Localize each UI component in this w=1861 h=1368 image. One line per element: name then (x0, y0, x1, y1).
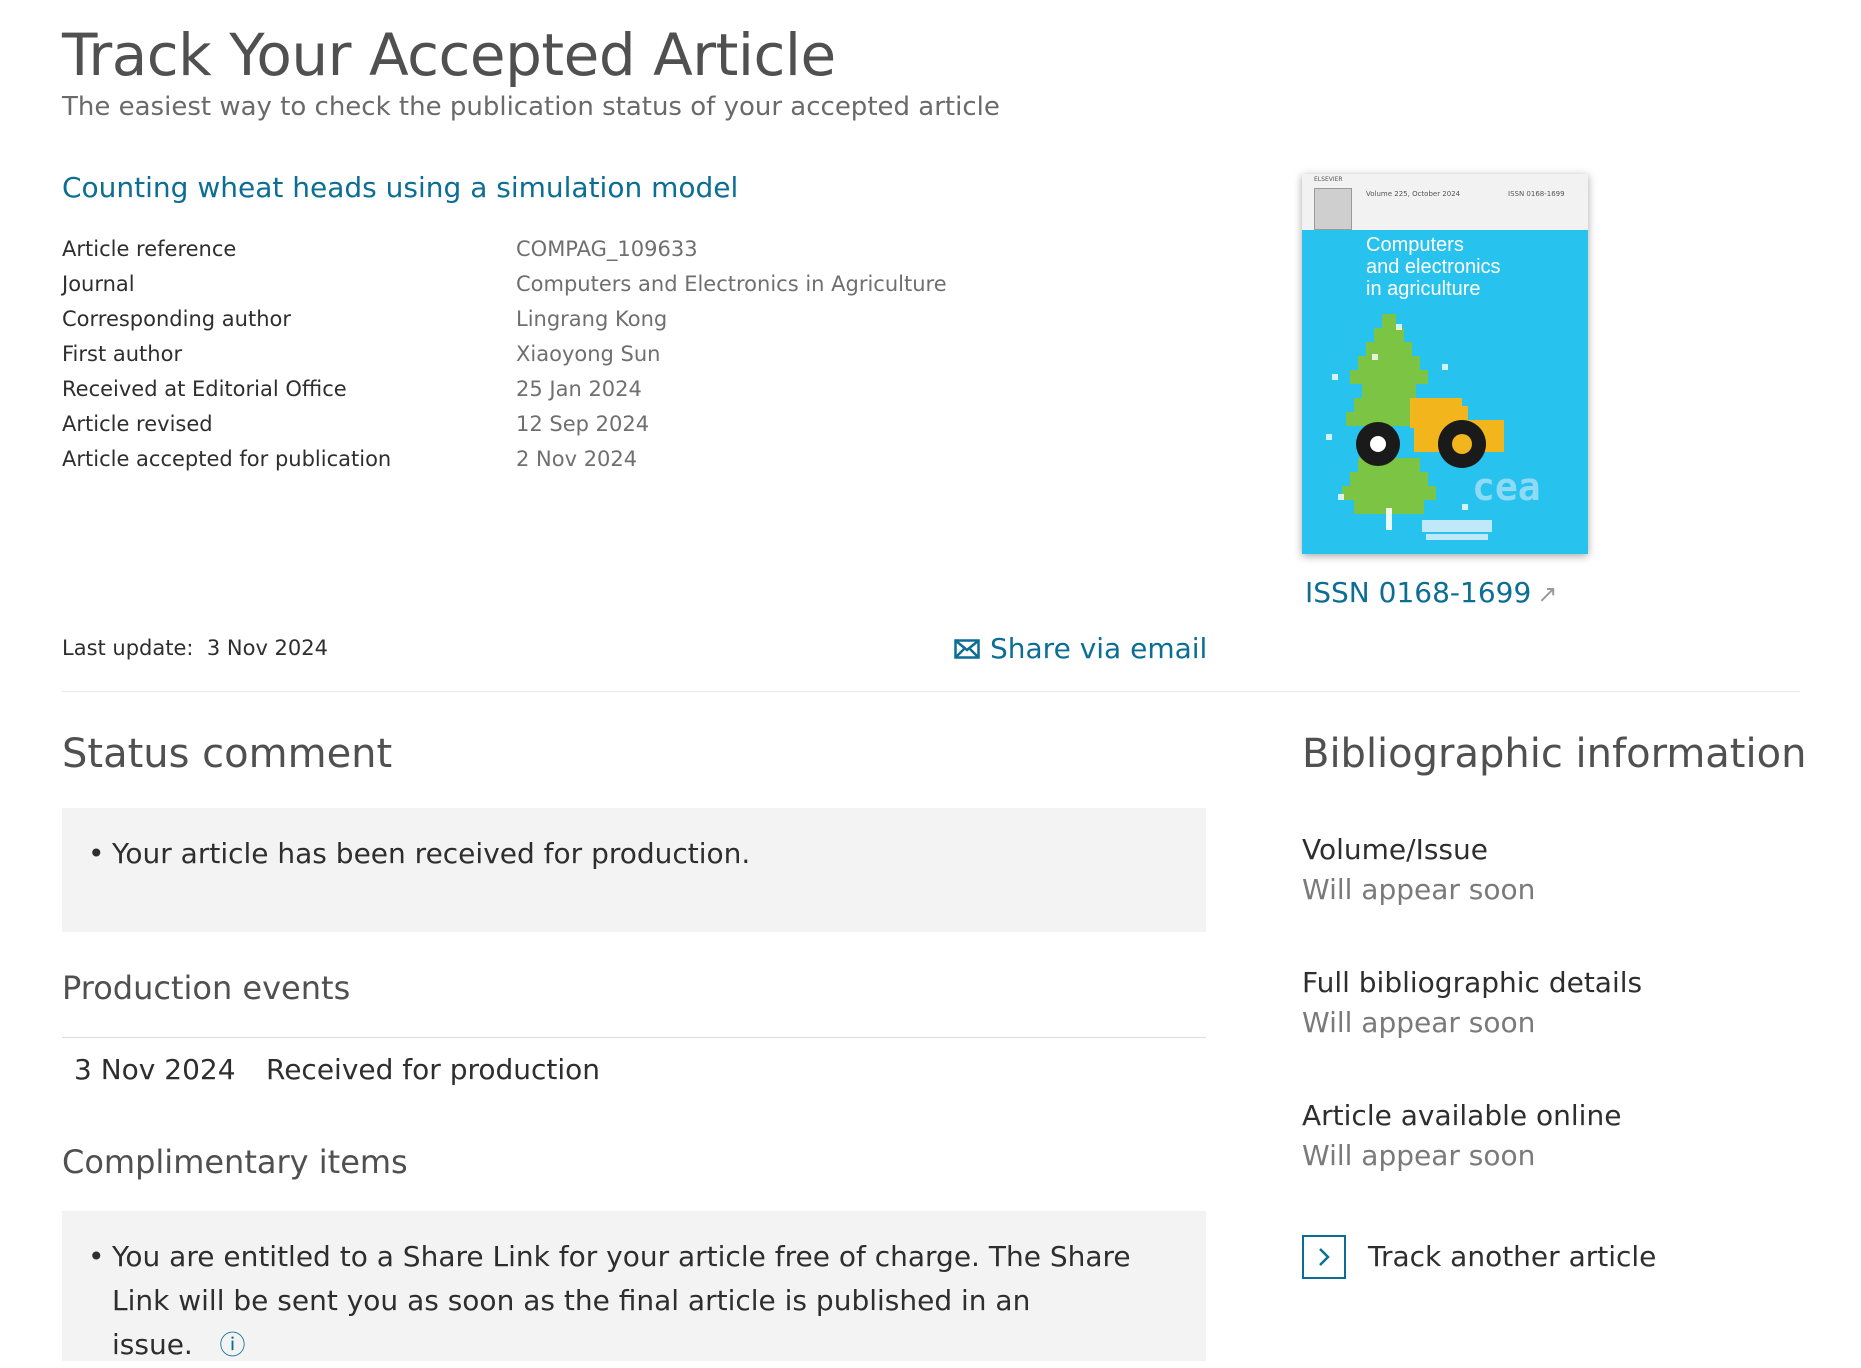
detail-value: Computers and Electronics in Agriculture (516, 272, 947, 296)
detail-value: Xiaoyong Sun (516, 342, 661, 366)
article-title-link[interactable]: Counting wheat heads using a simulation … (62, 168, 738, 208)
detail-value: COMPAG_109633 (516, 237, 698, 261)
issn-link[interactable]: ISSN 0168-1699 ↗ (1305, 574, 1557, 613)
complimentary-items-box: You are entitled to a Share Link for you… (62, 1211, 1206, 1361)
detail-row-first-author: First author Xiaoyong Sun (62, 337, 982, 372)
last-update: Last update: 3 Nov 2024 (62, 632, 328, 664)
chevron-right-icon (1302, 1235, 1346, 1279)
status-comment-item: Your article has been received for produ… (62, 832, 1206, 876)
detail-row-journal: Journal Computers and Electronics in Agr… (62, 267, 982, 302)
bib-value: Will appear soon (1302, 873, 1536, 906)
bib-value: Will appear soon (1302, 1139, 1536, 1172)
detail-value: 12 Sep 2024 (516, 412, 650, 436)
track-another-article-button[interactable]: Track another article (1302, 1235, 1656, 1279)
external-link-icon: ↗ (1537, 580, 1558, 608)
detail-value: Lingrang Kong (516, 307, 668, 331)
bib-label: Full bibliographic details (1302, 966, 1643, 999)
detail-label: Article reference (62, 237, 237, 261)
bib-item-available-online: Article available online Will appear soo… (1302, 1096, 1621, 1176)
bibliographic-heading: Bibliographic information (1302, 731, 1807, 777)
detail-label: Received at Editorial Office (62, 377, 347, 401)
complimentary-item-text: You are entitled to a Share Link for you… (112, 1240, 1131, 1361)
article-details: Article reference COMPAG_109633 Journal … (62, 232, 982, 477)
section-divider (62, 691, 1800, 692)
production-event-row: 3 Nov 2024 Received for production (74, 1048, 600, 1092)
detail-label: Journal (62, 272, 135, 296)
detail-label: Corresponding author (62, 307, 291, 331)
event-description: Received for production (266, 1053, 601, 1086)
bib-item-full-details: Full bibliographic details Will appear s… (1302, 963, 1642, 1043)
bib-item-volume-issue: Volume/Issue Will appear soon (1302, 830, 1535, 910)
detail-label: Article revised (62, 412, 213, 436)
last-update-value: 3 Nov 2024 (206, 636, 328, 660)
production-divider (62, 1037, 1206, 1038)
detail-label: First author (62, 342, 183, 366)
bib-value: Will appear soon (1302, 1006, 1536, 1039)
cover-illustration-icon: cea (1326, 314, 1541, 540)
detail-row-corresponding-author: Corresponding author Lingrang Kong (62, 302, 982, 337)
bib-label: Volume/Issue (1302, 833, 1488, 866)
bib-label: Article available online (1302, 1099, 1622, 1132)
envelope-icon (954, 639, 980, 659)
track-another-label: Track another article (1368, 1240, 1657, 1273)
detail-row-article-reference: Article reference COMPAG_109633 (62, 232, 982, 267)
detail-label: Article accepted for publication (62, 447, 392, 471)
detail-value: 2 Nov 2024 (516, 447, 638, 471)
status-comment-heading: Status comment (62, 731, 393, 777)
share-label: Share via email (990, 632, 1208, 665)
page-subtitle: The easiest way to check the publication… (62, 92, 1000, 122)
complimentary-item: You are entitled to a Share Link for you… (62, 1235, 1172, 1368)
issn-label: ISSN 0168-1699 (1305, 576, 1532, 609)
detail-row-accepted: Article accepted for publication 2 Nov 2… (62, 442, 982, 477)
detail-value: 25 Jan 2024 (516, 377, 642, 401)
complimentary-items-heading: Complimentary items (62, 1143, 408, 1181)
page-title: Track Your Accepted Article (62, 21, 836, 89)
event-date: 3 Nov 2024 (74, 1053, 236, 1086)
cover-cea-text: cea (1472, 465, 1541, 509)
detail-row-received: Received at Editorial Office 25 Jan 2024 (62, 372, 982, 407)
share-via-email-link[interactable]: Share via email (954, 630, 1207, 668)
status-comment-box: Your article has been received for produ… (62, 808, 1206, 932)
production-events-heading: Production events (62, 969, 351, 1007)
last-update-label: Last update: (62, 636, 194, 660)
journal-cover-image: ELSEVIER Volume 225, October 2024 ISSN 0… (1302, 174, 1588, 554)
detail-row-revised: Article revised 12 Sep 2024 (62, 407, 982, 442)
